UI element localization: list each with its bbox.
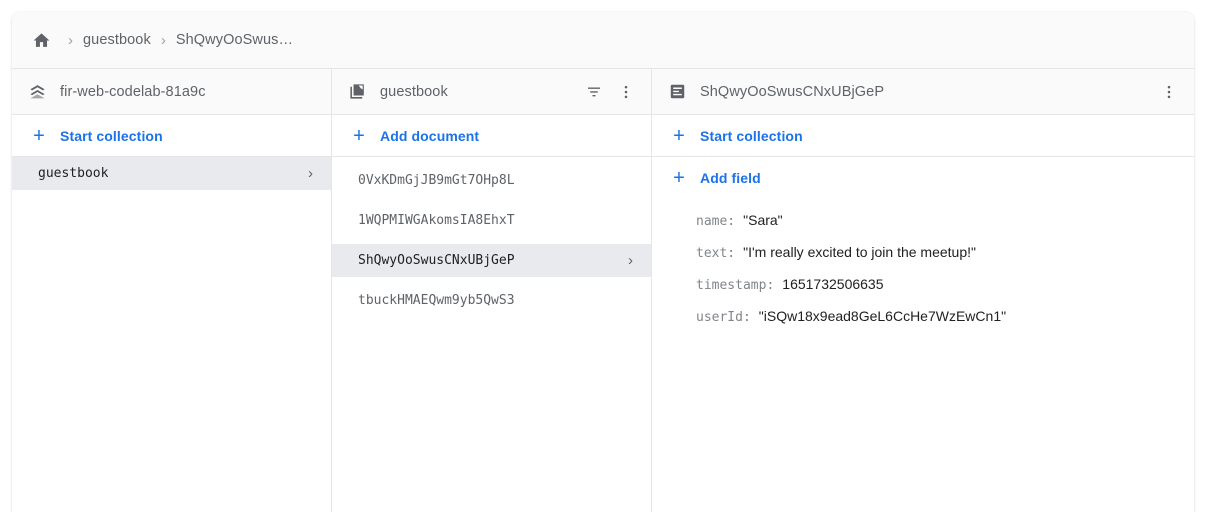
plus-icon: + [668, 126, 690, 146]
start-collection-label: Start collection [60, 128, 163, 144]
collection-icon [346, 81, 368, 103]
breadcrumb-item-document[interactable]: ShQwyOoSwus… [176, 32, 293, 48]
table-row[interactable]: 1WQPMIWGAkomsIA8EhxT [332, 204, 651, 237]
database-name: fir-web-codelab-81a9c [60, 84, 319, 100]
field-row[interactable]: text: "I'm really excited to join the me… [696, 244, 1194, 276]
field-value: "iSQw18x9ead8GeL6CcHe7WzEwCn1" [759, 308, 1006, 324]
list-spacer [332, 197, 651, 204]
document-id: 1WQPMIWGAkomsIA8EhxT [358, 213, 633, 228]
document-header-actions [1156, 79, 1182, 105]
chevron-right-icon: › [628, 252, 641, 269]
document-fields: name: "Sara" text: "I'm really excited t… [652, 198, 1194, 340]
plus-icon: + [668, 168, 690, 188]
database-panel: fir-web-codelab-81a9c + Start collection… [12, 69, 332, 512]
field-row[interactable]: timestamp: 1651732506635 [696, 276, 1194, 308]
document-id: tbuckHMAEQwm9yb5QwS3 [358, 293, 633, 308]
field-row[interactable]: name: "Sara" [696, 212, 1194, 244]
breadcrumb-separator-1: › [68, 33, 73, 48]
document-id-title: ShQwyOoSwusCNxUBjGeP [700, 84, 1156, 100]
add-field-label: Add field [700, 170, 761, 186]
document-id: ShQwyOoSwusCNxUBjGeP [358, 253, 628, 268]
plus-icon: + [348, 126, 370, 146]
collection-panel: guestbook [332, 69, 652, 512]
list-item[interactable]: guestbook › [12, 157, 331, 190]
document-icon [666, 81, 688, 103]
document-panel-header: ShQwyOoSwusCNxUBjGeP [652, 69, 1194, 115]
collection-name: guestbook [38, 166, 308, 181]
collection-name-title: guestbook [380, 84, 581, 100]
database-panel-header: fir-web-codelab-81a9c [12, 69, 331, 115]
breadcrumb-separator-2: › [161, 33, 166, 48]
more-vert-icon[interactable] [1156, 79, 1182, 105]
list-spacer [332, 277, 651, 284]
more-vert-icon[interactable] [613, 79, 639, 105]
field-key: userId: [696, 310, 751, 325]
filter-icon[interactable] [581, 79, 607, 105]
document-id: 0VxKDmGjJB9mGt7OHp8L [358, 173, 633, 188]
add-document-button[interactable]: + Add document [332, 115, 651, 157]
panel-columns: fir-web-codelab-81a9c + Start collection… [12, 69, 1194, 512]
list-spacer [332, 237, 651, 244]
start-collection-button[interactable]: + Start collection [12, 115, 331, 157]
field-key: name: [696, 214, 735, 229]
collection-panel-header: guestbook [332, 69, 651, 115]
table-row[interactable]: ShQwyOoSwusCNxUBjGeP › [332, 244, 651, 277]
field-key: timestamp: [696, 278, 774, 293]
field-value: "Sara" [743, 212, 783, 228]
add-document-label: Add document [380, 128, 479, 144]
start-collection-button[interactable]: + Start collection [652, 115, 1194, 157]
firestore-database-icon [26, 81, 48, 103]
table-row[interactable]: 0VxKDmGjJB9mGt7OHp8L [332, 164, 651, 197]
field-value: 1651732506635 [782, 276, 883, 292]
table-row[interactable]: tbuckHMAEQwm9yb5QwS3 [332, 284, 651, 317]
breadcrumb-item-collection[interactable]: guestbook [83, 32, 151, 48]
field-key: text: [696, 246, 735, 261]
field-row[interactable]: userId: "iSQw18x9ead8GeL6CcHe7WzEwCn1" [696, 308, 1194, 340]
add-field-button[interactable]: + Add field [652, 157, 1194, 198]
firestore-data-browser: › guestbook › ShQwyOoSwus… fir-web-codel… [12, 12, 1194, 512]
list-top-spacer [332, 157, 651, 164]
document-panel: ShQwyOoSwusCNxUBjGeP + Start collection [652, 69, 1194, 512]
plus-icon: + [28, 126, 50, 146]
field-value: "I'm really excited to join the meetup!" [743, 244, 976, 260]
chevron-right-icon: › [308, 165, 321, 182]
start-collection-label: Start collection [700, 128, 803, 144]
collection-header-actions [581, 79, 639, 105]
home-icon[interactable] [28, 27, 54, 53]
breadcrumb: › guestbook › ShQwyOoSwus… [12, 12, 1194, 69]
